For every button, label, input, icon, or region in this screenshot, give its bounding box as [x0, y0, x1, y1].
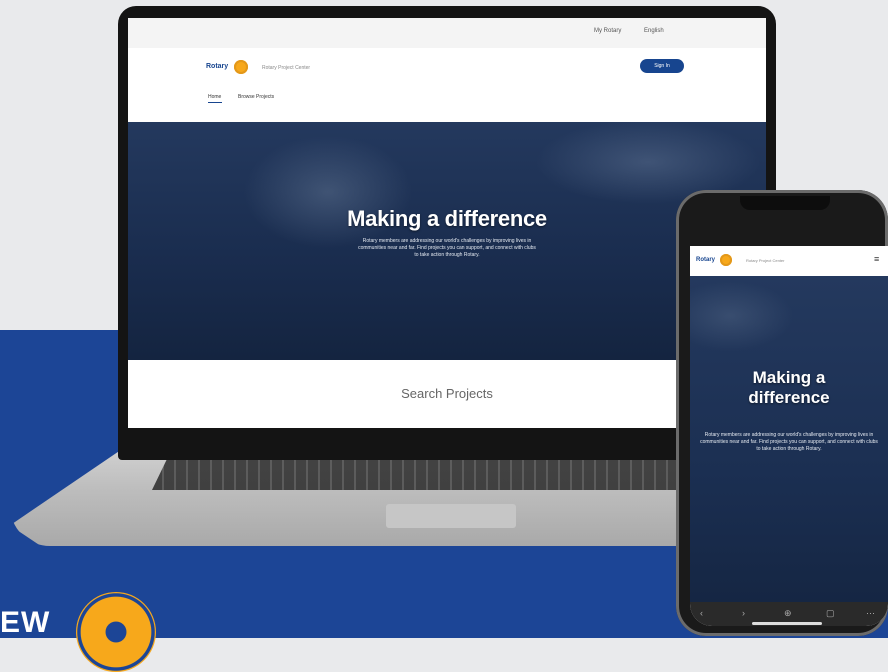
laptop-keyboard	[152, 456, 700, 490]
laptop-trackpad	[386, 504, 516, 528]
site-header: Rotary Rotary Project Center Sign In Hom…	[128, 48, 766, 123]
rotary-wheel-icon	[234, 60, 248, 74]
sign-in-button[interactable]: Sign In	[640, 59, 684, 73]
utility-bar: My Rotary English	[128, 18, 766, 48]
phone-hero-title-line2: difference	[748, 388, 830, 407]
tabs-icon[interactable]: ▢	[826, 608, 835, 619]
nav-home[interactable]: Home	[208, 94, 221, 100]
add-tab-icon[interactable]: ⊕	[784, 608, 792, 619]
utility-my-rotary[interactable]: My Rotary	[594, 28, 621, 34]
phone-subtitle: Rotary Project Center	[746, 258, 785, 263]
rotary-wheel-logo-icon	[76, 592, 156, 672]
phone-screen: Rotary Rotary Project Center ≡ Making a …	[690, 246, 888, 626]
forward-icon[interactable]: ›	[742, 608, 745, 618]
laptop-screen: My Rotary English Rotary Rotary Project …	[128, 18, 766, 428]
more-icon[interactable]: ⋯	[866, 608, 875, 619]
home-indicator	[752, 622, 822, 625]
phone-hero-body: Rotary members are addressing our world'…	[700, 432, 878, 452]
back-icon[interactable]: ‹	[700, 608, 703, 618]
site-subtitle: Rotary Project Center	[262, 65, 311, 71]
hero-body: Rotary members are addressing our world'…	[358, 238, 536, 258]
phone-hero-title-line1: Making a	[752, 368, 826, 387]
phone-rotary-wheel-icon	[720, 254, 732, 266]
hero-banner: Making a difference Rotary members are a…	[128, 122, 766, 360]
site-logo-text[interactable]: Rotary	[206, 63, 228, 70]
phone-notch	[740, 196, 830, 210]
phone-header: Rotary Rotary Project Center ≡	[690, 246, 888, 276]
phone-logo-text[interactable]: Rotary	[696, 257, 715, 263]
phone-hero-title: Making a difference	[690, 368, 888, 408]
utility-language[interactable]: English	[644, 28, 664, 34]
brand-text: EW	[0, 606, 51, 639]
nav-active-indicator	[208, 102, 222, 103]
search-projects-heading: Search Projects	[401, 386, 493, 401]
search-section: Search Projects	[128, 360, 766, 428]
menu-icon[interactable]: ≡	[874, 254, 879, 264]
nav-browse-projects[interactable]: Browse Projects	[238, 94, 274, 100]
phone-hero: Making a difference Rotary members are a…	[690, 276, 888, 602]
hero-title: Making a difference	[347, 206, 547, 231]
